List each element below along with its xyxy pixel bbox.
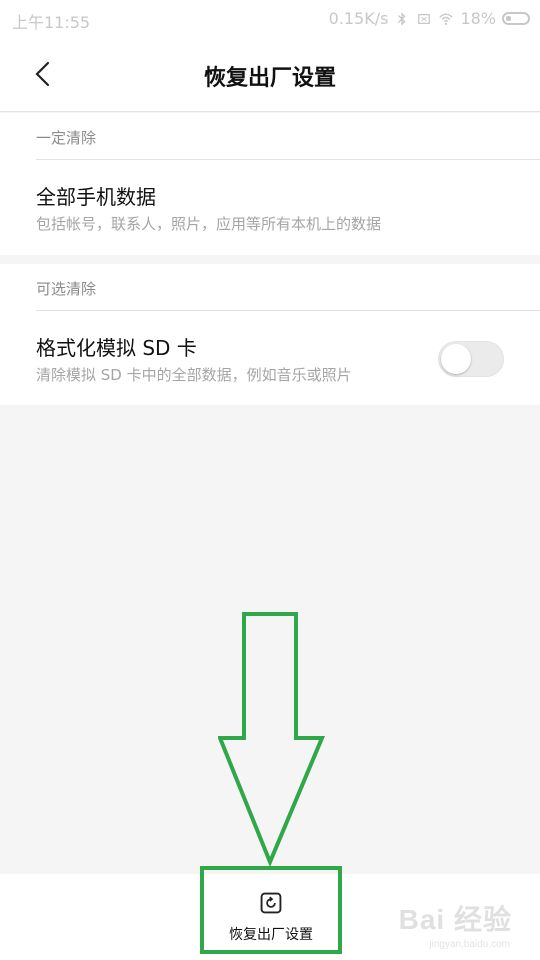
section-required-clear: 一定清除 全部手机数据 包括帐号，联系人，照片，应用等所有本机上的数据 bbox=[0, 113, 540, 255]
wifi-icon bbox=[439, 12, 454, 25]
sim-icon bbox=[418, 13, 431, 24]
status-speed: 0.15K/s bbox=[328, 9, 389, 28]
bottom-bar: 恢复出厂设置 Bai 经验 jingyan.baidu.com bbox=[0, 866, 540, 960]
status-icons: 0.15K/s 18% bbox=[329, 9, 530, 28]
page-title: 恢复出厂设置 bbox=[203, 66, 336, 91]
section-label: 一定清除 bbox=[36, 129, 97, 147]
factory-reset-button[interactable]: 恢复出厂设置 bbox=[200, 866, 342, 954]
battery-icon bbox=[502, 12, 530, 25]
item-title: 格式化模拟 SD 卡 bbox=[36, 336, 197, 360]
watermark-url: jingyan.baidu.com bbox=[429, 939, 510, 950]
format-sd-toggle[interactable] bbox=[438, 341, 504, 377]
bluetooth-icon bbox=[398, 11, 406, 26]
status-time: 上午11:55 bbox=[12, 13, 91, 32]
annotation-arrow bbox=[218, 612, 326, 868]
app-header: 恢复出厂设置 bbox=[0, 36, 540, 112]
section-label: 可选清除 bbox=[36, 280, 97, 298]
reset-label: 恢复出厂设置 bbox=[229, 927, 313, 943]
reset-icon bbox=[260, 892, 282, 914]
battery-percent: 18% bbox=[460, 9, 496, 28]
toggle-knob bbox=[441, 344, 471, 374]
item-subtitle: 清除模拟 SD 卡中的全部数据，例如音乐或照片 bbox=[36, 366, 352, 384]
item-title: 全部手机数据 bbox=[36, 185, 156, 209]
item-subtitle: 包括帐号，联系人，照片，应用等所有本机上的数据 bbox=[36, 215, 382, 233]
divider bbox=[36, 159, 540, 160]
status-bar: 上午11:55 0.15K/s 18% bbox=[0, 0, 540, 36]
watermark-logo: Bai 经验 bbox=[398, 904, 512, 935]
section-optional-clear: 可选清除 格式化模拟 SD 卡 清除模拟 SD 卡中的全部数据，例如音乐或照片 bbox=[0, 264, 540, 405]
divider bbox=[36, 310, 540, 311]
